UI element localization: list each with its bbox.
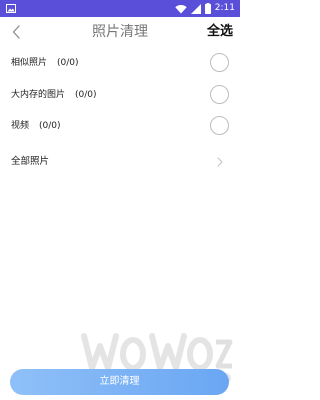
all-photos-item[interactable]: 全部照片	[0, 151, 240, 173]
option-similar-photos[interactable]: 相似照片 (0/0)	[0, 51, 240, 75]
all-photos-label: 全部照片	[11, 156, 50, 167]
header: 照片清理 全选	[0, 17, 240, 47]
option-count: (0/0)	[57, 58, 79, 68]
radio-large-images[interactable]	[210, 85, 229, 104]
option-count: (0/0)	[75, 90, 97, 100]
chevron-right-icon	[217, 157, 223, 167]
radio-similar-photos[interactable]	[210, 53, 229, 72]
wifi-icon	[175, 4, 187, 13]
option-videos[interactable]: 视频 (0/0)	[0, 114, 240, 138]
option-large-images[interactable]: 大内存的图片 (0/0)	[0, 83, 240, 107]
option-label: 大内存的图片	[11, 90, 66, 100]
option-label: 相似照片	[11, 58, 48, 68]
status-bar: 2:11	[0, 0, 240, 17]
page-title: 照片清理	[92, 24, 148, 40]
radio-videos[interactable]	[210, 116, 229, 135]
select-all-button[interactable]: 全选	[207, 22, 233, 42]
option-count: (0/0)	[39, 121, 61, 131]
status-time: 2:11	[214, 3, 235, 13]
image-icon	[6, 4, 16, 13]
option-label: 视频	[11, 121, 30, 131]
clean-now-button[interactable]: 立即清理	[10, 369, 229, 395]
battery-icon	[204, 3, 211, 14]
signal-icon	[190, 3, 201, 14]
